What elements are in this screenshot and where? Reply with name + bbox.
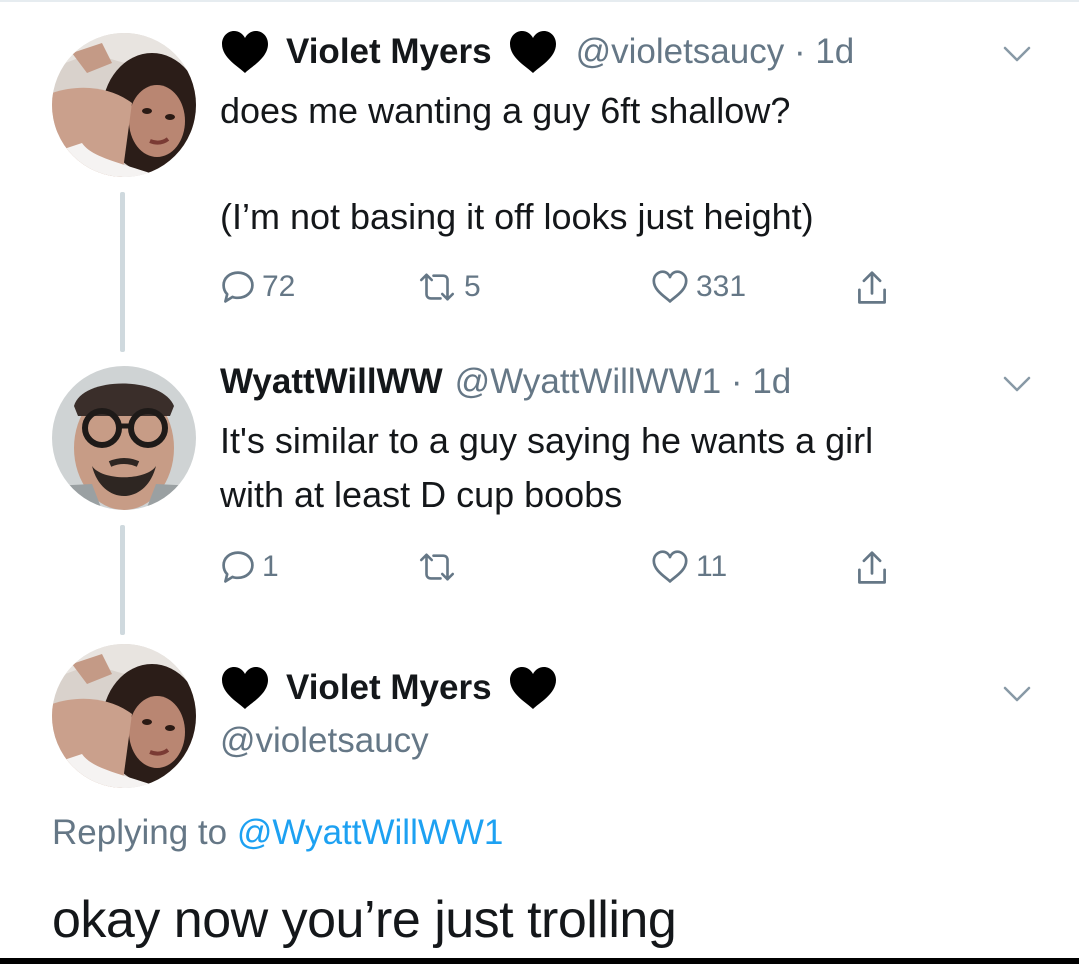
tweet-text-line: (I’m not basing it off looks just height…: [220, 196, 814, 237]
avatar[interactable]: [52, 33, 196, 177]
tweet-timestamp[interactable]: 1d: [815, 32, 854, 72]
reply-button[interactable]: 1: [220, 549, 279, 585]
chevron-down-icon[interactable]: [1002, 684, 1032, 704]
display-name[interactable]: Violet Myers: [286, 32, 492, 72]
tweet-header: Violet Myers @violetsaucy · 1d: [220, 30, 854, 74]
tweet-text-line: does me wanting a guy 6ft shallow?: [220, 90, 791, 131]
chevron-down-icon[interactable]: [1002, 374, 1032, 394]
user-handle[interactable]: @violetsaucy: [576, 32, 785, 72]
thread-line: [120, 525, 125, 635]
avatar[interactable]: [52, 644, 196, 788]
replying-to: Replying to @WyattWillWW1: [52, 813, 503, 853]
thread-line: [120, 192, 125, 352]
mention-link[interactable]: @WyattWillWW1: [237, 813, 504, 852]
retweet-count: 5: [464, 270, 481, 303]
reply-count: 72: [262, 270, 296, 303]
avatar[interactable]: [52, 366, 196, 510]
display-name[interactable]: Violet Myers: [286, 668, 492, 708]
tweet-text-line: It's similar to a guy saying he wants a …: [220, 420, 874, 461]
tweet-header: WyattWillWW @WyattWillWW1 · 1d: [220, 362, 791, 402]
separator-dot: ·: [784, 32, 816, 71]
reply-button[interactable]: 72: [220, 269, 295, 305]
reply-count: 1: [262, 550, 279, 583]
tweet-timestamp[interactable]: 1d: [752, 362, 791, 402]
black-heart-icon: [508, 30, 558, 74]
retweet-button[interactable]: [416, 549, 458, 585]
top-divider: [0, 0, 1079, 2]
tweet-text-line: with at least D cup boobs: [220, 474, 623, 515]
bottom-border: [0, 958, 1079, 964]
black-heart-icon: [508, 666, 558, 710]
user-handle[interactable]: @WyattWillWW1: [455, 362, 722, 402]
replying-to-label: Replying to: [52, 813, 237, 852]
display-name[interactable]: WyattWillWW: [220, 362, 443, 402]
share-button[interactable]: [854, 269, 890, 307]
share-button[interactable]: [854, 549, 890, 587]
tweet-actions: 72 5 331: [220, 269, 920, 309]
black-heart-icon: [220, 666, 270, 710]
separator-dot: ·: [721, 362, 753, 401]
like-button[interactable]: 11: [650, 549, 727, 585]
retweet-button[interactable]: 5: [416, 269, 481, 305]
black-heart-icon: [220, 30, 270, 74]
like-count: 11: [696, 550, 728, 583]
like-count: 331: [696, 270, 747, 303]
tweet-actions: 1 11: [220, 549, 920, 589]
chevron-down-icon[interactable]: [1002, 44, 1032, 64]
like-button[interactable]: 331: [650, 269, 746, 305]
tweet-header: Violet Myers: [220, 666, 558, 710]
main-tweet-text: okay now you’re just trolling: [52, 891, 677, 949]
user-handle[interactable]: @violetsaucy: [220, 714, 429, 768]
